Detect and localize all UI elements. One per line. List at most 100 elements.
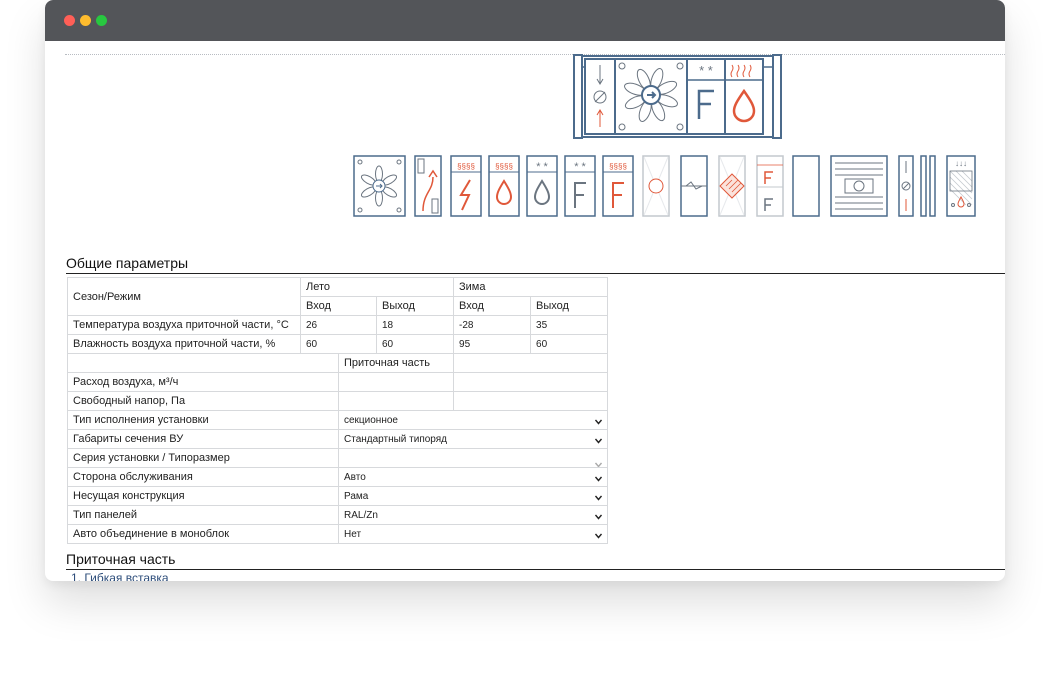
window-titlebar xyxy=(45,0,1005,41)
section-dimensions-select[interactable]: Стандартный типоряд xyxy=(337,429,609,449)
pressure-input[interactable] xyxy=(337,391,455,411)
unit-type-select[interactable]: секционное xyxy=(337,410,609,430)
winter-header: Зима xyxy=(453,277,609,297)
humidity-label: Влажность воздуха приточной части, % xyxy=(67,334,301,354)
pressure-extra-cell xyxy=(453,391,609,411)
service-side-value: Авто xyxy=(344,471,366,483)
assembled-unit-diagram: * * xyxy=(573,54,782,139)
chevron-down-icon xyxy=(595,476,603,482)
winter-inlet-temperature-input[interactable]: -28 xyxy=(453,315,532,335)
airflow-input[interactable] xyxy=(337,372,455,392)
settings-row: Тип исполнения установки секционное xyxy=(67,410,609,430)
summer-outlet-humidity-input[interactable]: 60 xyxy=(375,334,455,354)
svg-text:* *: * * xyxy=(699,63,713,78)
winter-outlet-humidity-input[interactable]: 60 xyxy=(530,334,609,354)
settings-row: Серия установки / Типоразмер xyxy=(67,448,609,468)
dotted-divider xyxy=(65,54,1005,55)
humidity-row: Влажность воздуха приточной части, % 60 … xyxy=(67,334,609,354)
season-header-row: Сезон/Режим Лето Зима xyxy=(67,277,609,316)
airflow-extra-cell xyxy=(453,372,609,392)
maximize-window-button[interactable] xyxy=(96,15,107,26)
humidifier-module-icon[interactable]: * * xyxy=(526,155,558,217)
supply-header-spacer xyxy=(67,353,339,373)
unit-series-label: Серия установки / Типоразмер xyxy=(67,448,339,468)
svg-text:§§§§: §§§§ xyxy=(457,162,475,171)
svg-text:* *: * * xyxy=(574,161,586,173)
chevron-down-icon xyxy=(595,495,603,501)
summer-inlet-temperature-input[interactable]: 26 xyxy=(300,315,377,335)
settings-row: Габариты сечения ВУ Стандартный типоряд xyxy=(67,429,609,449)
svg-text:§§§§: §§§§ xyxy=(609,162,627,171)
settings-row: Тип панелей RAL/Zn xyxy=(67,505,609,525)
winter-inlet-header: Вход xyxy=(453,296,532,316)
cooler-filter-icon[interactable]: * * xyxy=(686,58,726,135)
drop-eliminator-module-icon[interactable]: ↓↓↓ xyxy=(946,155,976,217)
chevron-down-icon xyxy=(595,514,603,520)
double-filter-module-icon[interactable] xyxy=(756,155,784,217)
service-side-label: Сторона обслуживания xyxy=(67,467,339,487)
supply-header-row: Приточная часть xyxy=(67,353,609,373)
mixing-chamber-module-icon[interactable] xyxy=(680,155,708,217)
chevron-down-icon xyxy=(595,438,603,444)
supply-section-heading: Приточная часть xyxy=(66,551,1005,570)
temperature-row: Температура воздуха приточной части, °С … xyxy=(67,315,609,335)
summer-outlet-header: Выход xyxy=(375,296,455,316)
winter-inlet-humidity-input[interactable]: 95 xyxy=(453,334,532,354)
unit-type-value: секционное xyxy=(344,414,398,426)
chevron-down-icon xyxy=(595,419,603,425)
chevron-down-icon xyxy=(595,533,603,539)
summer-inlet-humidity-input[interactable]: 60 xyxy=(300,334,377,354)
panel-type-label: Тип панелей xyxy=(67,505,339,525)
summer-header: Лето xyxy=(299,277,455,297)
settings-row: Несущая конструкция Рама xyxy=(67,486,609,506)
settings-row: Сторона обслуживания Авто xyxy=(67,467,609,487)
service-side-select[interactable]: Авто xyxy=(337,467,609,487)
fan-icon[interactable] xyxy=(614,58,688,135)
svg-text:↓↓↓: ↓↓↓ xyxy=(955,159,967,168)
plate-recuperator-module-icon[interactable] xyxy=(718,155,746,217)
settings-row: Авто объединение в моноблок Нет xyxy=(67,524,609,544)
module-list-item[interactable]: 1. Гибкая вставка xyxy=(71,571,169,581)
damper-icon[interactable] xyxy=(584,58,616,135)
airflow-row: Расход воздуха, м³/ч xyxy=(67,372,609,392)
summer-outlet-temperature-input[interactable]: 18 xyxy=(375,315,455,335)
water-heater-module-icon[interactable]: §§§§ xyxy=(488,155,520,217)
empty-module-icon[interactable] xyxy=(792,155,820,217)
svg-text:§§§§: §§§§ xyxy=(495,162,513,171)
fan-module-icon[interactable] xyxy=(353,155,406,217)
winter-outlet-header: Выход xyxy=(530,296,609,316)
cooler-filter-module-icon[interactable]: * * xyxy=(564,155,596,217)
svg-text:* *: * * xyxy=(536,161,548,173)
close-window-button[interactable] xyxy=(64,15,75,26)
unit-series-select[interactable] xyxy=(337,448,609,468)
electric-heater-module-icon[interactable]: §§§§ xyxy=(450,155,482,217)
supply-column-header: Приточная часть xyxy=(337,353,455,373)
browser-window: * * §§§§ §§§§ * * * * §§§§ ↓↓↓ Общие пар… xyxy=(45,0,1005,581)
silencer-module-icon[interactable] xyxy=(830,155,888,217)
airflow-label: Расход воздуха, м³/ч xyxy=(67,372,339,392)
panel-type-value: RAL/Zn xyxy=(344,509,378,521)
pressure-label: Свободный напор, Па xyxy=(67,391,339,411)
heater-humidifier-icon[interactable] xyxy=(724,58,764,135)
panel-type-select[interactable]: RAL/Zn xyxy=(337,505,609,525)
support-structure-select[interactable]: Рама xyxy=(337,486,609,506)
winter-outlet-temperature-input[interactable]: 35 xyxy=(530,315,609,335)
page-content: * * §§§§ §§§§ * * * * §§§§ ↓↓↓ Общие пар… xyxy=(45,41,1005,581)
supply-header-empty xyxy=(453,353,609,373)
recuperator-module-icon[interactable] xyxy=(414,155,442,217)
summer-inlet-header: Вход xyxy=(300,296,377,316)
monoblock-select[interactable]: Нет xyxy=(337,524,609,544)
minimize-window-button[interactable] xyxy=(80,15,91,26)
temperature-label: Температура воздуха приточной части, °С xyxy=(67,315,301,335)
support-structure-label: Несущая конструкция xyxy=(67,486,339,506)
module-palette: §§§§ §§§§ * * * * §§§§ ↓↓↓ xyxy=(353,155,976,217)
monoblock-value: Нет xyxy=(344,528,362,540)
air-valve-module-icon[interactable] xyxy=(898,155,914,217)
heater-filter-module-icon[interactable]: §§§§ xyxy=(602,155,634,217)
section-dimensions-label: Габариты сечения ВУ xyxy=(67,429,339,449)
flexible-insert-module-icon[interactable] xyxy=(920,155,936,217)
general-parameters-table: Сезон/Режим Лето Зима Вход Выход Вход Вы… xyxy=(67,277,609,544)
rotary-recuperator-module-icon[interactable] xyxy=(642,155,670,217)
support-structure-value: Рама xyxy=(344,490,369,502)
season-mode-label: Сезон/Режим xyxy=(67,277,301,316)
